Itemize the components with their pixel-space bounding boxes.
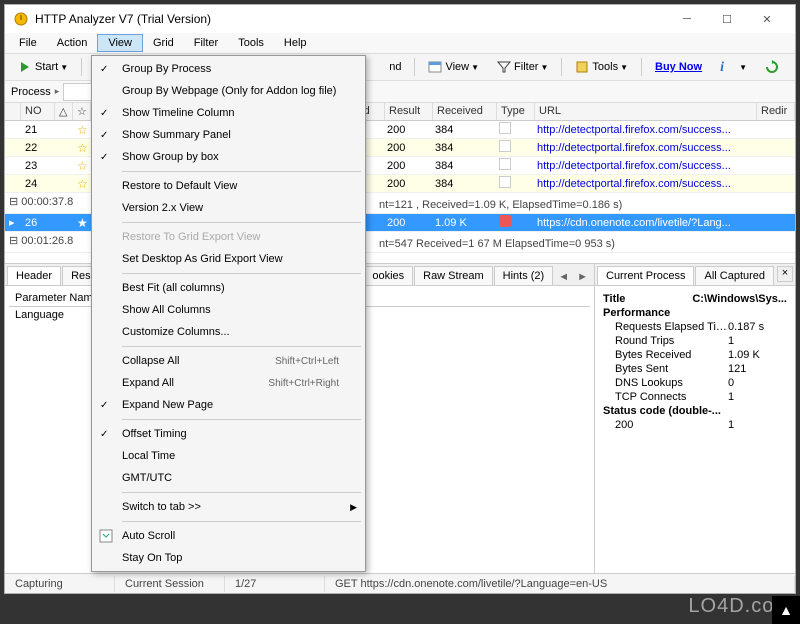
tools-icon bbox=[575, 60, 589, 74]
tab-scroll-right[interactable]: ► bbox=[573, 269, 592, 285]
menu-help[interactable]: Help bbox=[274, 35, 317, 51]
toolbar-separator bbox=[414, 58, 415, 76]
star-icon[interactable]: ☆ bbox=[73, 103, 91, 120]
app-icon bbox=[13, 11, 29, 27]
autoscroll-icon bbox=[98, 528, 114, 544]
view-menu-dropdown: ✓Group By Process Group By Webpage (Only… bbox=[91, 55, 366, 572]
menu-expand-new[interactable]: ✓Expand New Page bbox=[94, 394, 363, 416]
play-icon bbox=[18, 60, 32, 74]
close-button[interactable]: ✕ bbox=[747, 7, 787, 31]
menu-set-export[interactable]: Set Desktop As Grid Export View bbox=[94, 248, 363, 270]
menu-customize-cols[interactable]: Customize Columns... bbox=[94, 321, 363, 343]
menu-restore-export: Restore To Grid Export View bbox=[94, 226, 363, 248]
col-url[interactable]: URL bbox=[535, 103, 757, 120]
col-type[interactable]: Type bbox=[497, 103, 535, 120]
filter-icon bbox=[497, 60, 511, 74]
title-label: Title bbox=[603, 293, 692, 305]
process-label: Process bbox=[11, 86, 51, 98]
menu-expand-all[interactable]: Expand AllShift+Ctrl+Right bbox=[94, 372, 363, 394]
refresh-icon bbox=[765, 60, 779, 74]
info-button[interactable]: i▼ bbox=[713, 57, 754, 77]
start-label: Start bbox=[35, 61, 58, 73]
menu-action[interactable]: Action bbox=[47, 35, 98, 51]
tab-cookies[interactable]: ookies bbox=[363, 266, 413, 285]
menu-auto-scroll[interactable]: Auto Scroll bbox=[94, 525, 363, 547]
menu-show-all-cols[interactable]: Show All Columns bbox=[94, 299, 363, 321]
menu-offset-timing[interactable]: ✓Offset Timing bbox=[94, 423, 363, 445]
menu-restore-default[interactable]: Restore to Default View bbox=[94, 175, 363, 197]
process-pane: Current Process All Captured × TitleC:\W… bbox=[595, 264, 795, 573]
menu-tools[interactable]: Tools bbox=[228, 35, 274, 51]
menubar: File Action View Grid Filter Tools Help bbox=[5, 33, 795, 53]
menu-show-timeline[interactable]: ✓Show Timeline Column bbox=[94, 102, 363, 124]
title-value: C:\Windows\Sys... bbox=[692, 293, 787, 305]
col-no[interactable]: NO bbox=[21, 103, 55, 120]
app-window: HTTP Analyzer V7 (Trial Version) ─ ☐ ✕ F… bbox=[4, 4, 796, 594]
col-result[interactable]: Result bbox=[385, 103, 433, 120]
menu-grid[interactable]: Grid bbox=[143, 35, 184, 51]
tab-hints[interactable]: Hints (2) bbox=[494, 266, 554, 285]
view-icon bbox=[428, 60, 442, 74]
status-session: Current Session bbox=[115, 576, 225, 592]
info-icon: i bbox=[720, 60, 734, 74]
menu-local-time[interactable]: Local Time bbox=[94, 445, 363, 467]
tab-all-captured[interactable]: All Captured bbox=[695, 266, 774, 285]
maximize-button[interactable]: ☐ bbox=[707, 7, 747, 31]
col-received[interactable]: Received bbox=[433, 103, 497, 120]
tab-current-process[interactable]: Current Process bbox=[597, 266, 694, 285]
view-button[interactable]: View▼ bbox=[421, 57, 486, 77]
filter-button[interactable]: Filter▼ bbox=[490, 57, 555, 77]
tab-rawstream[interactable]: Raw Stream bbox=[414, 266, 493, 285]
menu-group-by-webpage[interactable]: Group By Webpage (Only for Addon log fil… bbox=[94, 80, 363, 102]
start-button[interactable]: Start ▼ bbox=[11, 57, 75, 77]
menu-group-by-process[interactable]: ✓Group By Process bbox=[94, 58, 363, 80]
menu-gmt-utc[interactable]: GMT/UTC bbox=[94, 467, 363, 489]
corner-icon: ▲ bbox=[772, 596, 800, 624]
tab-header[interactable]: Header bbox=[7, 266, 61, 285]
pane-close-button[interactable]: × bbox=[777, 266, 793, 282]
menu-show-groupbox[interactable]: ✓Show Group by box bbox=[94, 146, 363, 168]
performance-label: Performance bbox=[603, 307, 728, 319]
toolbar-separator bbox=[641, 58, 642, 76]
col-redir[interactable]: Redir bbox=[757, 103, 795, 120]
menu-stay-on-top[interactable]: Stay On Top bbox=[94, 547, 363, 569]
menu-view[interactable]: View bbox=[97, 34, 143, 52]
status-capturing: Capturing bbox=[5, 576, 115, 592]
titlebar: HTTP Analyzer V7 (Trial Version) ─ ☐ ✕ bbox=[5, 5, 795, 33]
toolbar-separator bbox=[81, 58, 82, 76]
minimize-button[interactable]: ─ bbox=[667, 7, 707, 31]
menu-filter[interactable]: Filter bbox=[184, 35, 228, 51]
toolbar-separator bbox=[561, 58, 562, 76]
menu-v2x[interactable]: Version 2.x View bbox=[94, 197, 363, 219]
process-tabs: Current Process All Captured × bbox=[595, 264, 795, 286]
tools-button[interactable]: Tools▼ bbox=[568, 57, 635, 77]
window-title: HTTP Analyzer V7 (Trial Version) bbox=[35, 12, 667, 26]
tab-scroll-left[interactable]: ◄ bbox=[554, 269, 573, 285]
menu-show-summary[interactable]: ✓Show Summary Panel bbox=[94, 124, 363, 146]
menu-switch-tab[interactable]: Switch to tab >>▶ bbox=[94, 496, 363, 518]
buynow-link[interactable]: Buy Now bbox=[648, 58, 709, 76]
menu-best-fit[interactable]: Best Fit (all columns) bbox=[94, 277, 363, 299]
statusbar: Capturing Current Session 1/27 GET https… bbox=[5, 573, 795, 593]
menu-file[interactable]: File bbox=[9, 35, 47, 51]
menu-collapse-all[interactable]: Collapse AllShift+Ctrl+Left bbox=[94, 350, 363, 372]
find-button-partial[interactable]: nd bbox=[382, 58, 408, 76]
chevron-right-icon: ▸ bbox=[55, 86, 60, 97]
status-count: 1/27 bbox=[225, 576, 325, 592]
dropdown-arrow-icon: ▼ bbox=[60, 63, 68, 72]
status-request: GET https://cdn.onenote.com/livetile/?La… bbox=[325, 576, 795, 592]
refresh-button[interactable] bbox=[758, 57, 789, 77]
